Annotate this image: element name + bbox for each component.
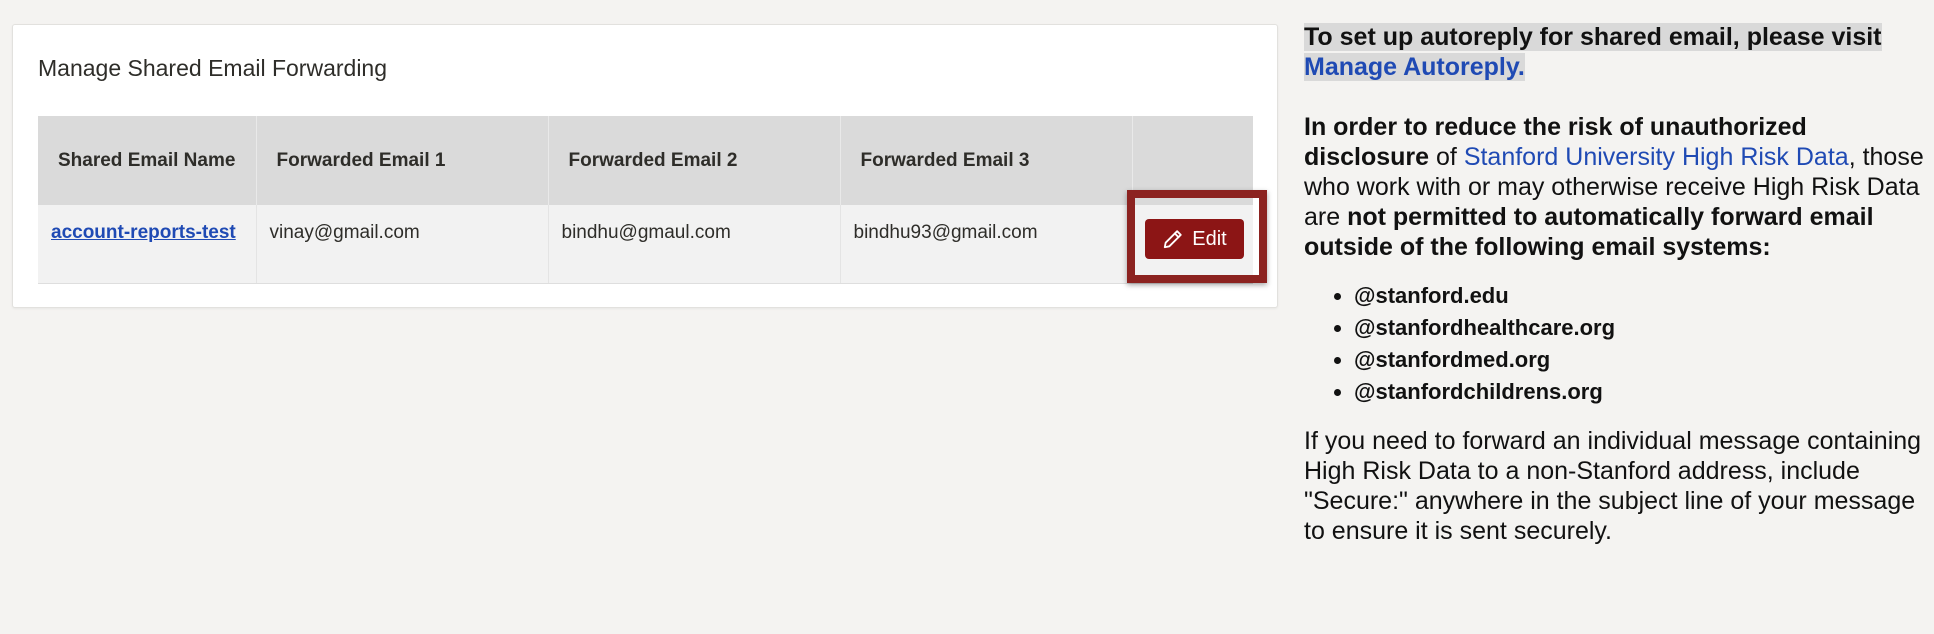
- shared-email-name-cell: account-reports-test: [38, 205, 257, 284]
- high-risk-data-link[interactable]: Stanford University High Risk Data: [1464, 143, 1849, 171]
- header-forwarded-email-2: Forwarded Email 2: [548, 116, 841, 205]
- pencil-icon: [1162, 228, 1184, 250]
- edit-button-label: Edit: [1192, 227, 1227, 250]
- header-forwarded-email-1: Forwarded Email 1: [256, 116, 549, 205]
- forwarding-card: Manage Shared Email Forwarding Shared Em…: [12, 24, 1278, 308]
- list-item: @stanfordhealthcare.org: [1354, 312, 1934, 344]
- table-header-row: Shared Email Name Forwarded Email 1 Forw…: [38, 116, 1253, 205]
- list-item: @stanfordchildrens.org: [1354, 376, 1934, 408]
- policy-paragraph: In order to reduce the risk of unauthori…: [1304, 112, 1934, 262]
- header-shared-email-name: Shared Email Name: [38, 116, 257, 205]
- edit-button[interactable]: Edit: [1145, 219, 1244, 259]
- secure-instructions: If you need to forward an individual mes…: [1304, 427, 1922, 545]
- allowed-domains-list: @stanford.edu @stanfordhealthcare.org @s…: [1304, 280, 1934, 408]
- list-item: @stanford.edu: [1354, 280, 1934, 312]
- list-item: @stanfordmed.org: [1354, 344, 1934, 376]
- policy-text-1: of: [1429, 143, 1464, 171]
- info-panel: To set up autoreply for shared email, pl…: [1304, 22, 1934, 546]
- manage-autoreply-link[interactable]: Manage Autoreply.: [1304, 53, 1525, 81]
- forwarding-table: Shared Email Name Forwarded Email 1 Forw…: [38, 116, 1253, 284]
- header-forwarded-email-3: Forwarded Email 3: [840, 116, 1133, 205]
- shared-email-name-link[interactable]: account-reports-test: [51, 222, 236, 243]
- forwarded-email-3-cell: bindhu93@gmail.com: [840, 205, 1133, 284]
- forwarded-email-1-cell: vinay@gmail.com: [256, 205, 549, 284]
- table-row: account-reports-test vinay@gmail.com bin…: [38, 205, 1253, 284]
- autoreply-text: To set up autoreply for shared email, pl…: [1304, 23, 1882, 51]
- autoreply-paragraph: To set up autoreply for shared email, pl…: [1304, 22, 1934, 82]
- forwarded-email-2-cell: bindhu@gmaul.com: [548, 205, 841, 284]
- card-title: Manage Shared Email Forwarding: [38, 55, 388, 81]
- policy-bold-2: not permitted to automatically forward e…: [1304, 203, 1874, 261]
